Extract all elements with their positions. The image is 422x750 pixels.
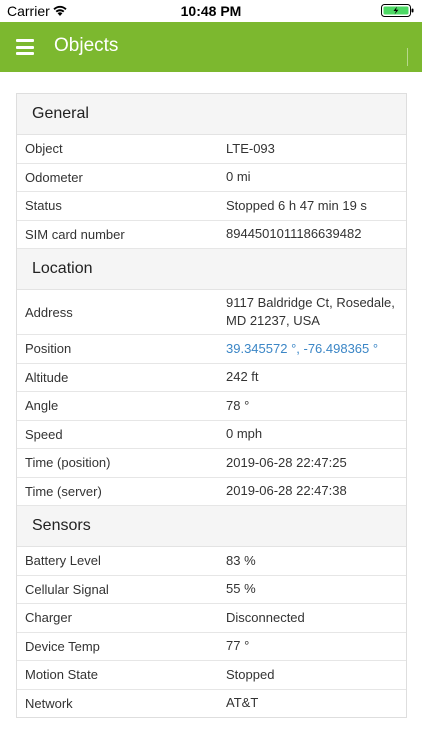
row-value: 78 °: [226, 397, 250, 413]
row-value: 83 %: [226, 552, 256, 568]
detail-row-battery-level: Battery Level 83 %: [17, 547, 406, 576]
app-bar-divider: [407, 48, 408, 66]
detail-row-sim-card: SIM card number 8944501011186639482: [17, 221, 406, 249]
detail-row-altitude: Altitude 242 ft: [17, 364, 406, 392]
detail-row-time-position: Time (position) 2019-06-28 22:47:25: [17, 449, 406, 478]
detail-row-device-temp: Device Temp 77 °: [17, 633, 406, 661]
row-value: 242 ft: [226, 369, 259, 385]
detail-row-speed: Speed 0 mph: [17, 421, 406, 449]
detail-row-network: Network AT&T: [17, 690, 406, 718]
row-value: 8944501011186639482: [226, 226, 362, 242]
row-label: Status: [25, 198, 62, 214]
row-label: Object: [25, 141, 63, 157]
row-label: Motion State: [25, 667, 98, 683]
row-value: 0 mi: [226, 169, 251, 185]
row-label: Angle: [25, 398, 59, 414]
detail-row-cellular-signal: Cellular Signal 55 %: [17, 576, 406, 604]
row-value: 2019-06-28 22:47:25: [226, 454, 347, 470]
row-value: Stopped: [226, 666, 275, 682]
object-details-card: General Object LTE-093 Odometer 0 mi Sta…: [16, 93, 407, 718]
row-label: Position: [25, 341, 72, 357]
position-link[interactable]: 39.345572 °, -76.498365 °: [226, 340, 406, 358]
detail-row-object: Object LTE-093: [17, 135, 406, 164]
detail-row-motion-state: Motion State Stopped: [17, 661, 406, 690]
row-label: SIM card number: [25, 226, 125, 242]
row-label: Battery Level: [25, 553, 101, 569]
section-header-sensors: Sensors: [17, 506, 406, 547]
detail-row-odometer: Odometer 0 mi: [17, 164, 406, 192]
row-label: Time (server): [25, 483, 102, 499]
row-label: Charger: [25, 610, 72, 626]
address-line-2: MD 21237, USA: [226, 313, 320, 328]
row-label: Time (position): [25, 455, 111, 471]
status-time: 10:48 PM: [180, 3, 242, 19]
status-bar: Carrier 10:48 PM: [0, 0, 422, 22]
row-value: LTE-093: [226, 140, 275, 156]
detail-row-address: Address 9117 Baldridge Ct, Rosedale, MD …: [17, 290, 406, 335]
section-header-location: Location: [17, 249, 406, 290]
page-title: Objects: [54, 35, 119, 56]
row-value: Disconnected: [226, 609, 305, 625]
row-label: Altitude: [25, 369, 69, 385]
app-bar: Objects: [0, 22, 422, 72]
detail-row-position: Position 39.345572 °, -76.498365 °: [17, 335, 406, 364]
battery-icon: [381, 4, 414, 17]
row-value: 9117 Baldridge Ct, Rosedale, MD 21237, U…: [226, 294, 406, 330]
detail-row-status: Status Stopped 6 h 47 min 19 s: [17, 192, 406, 221]
row-value: 0 mph: [226, 426, 263, 442]
row-value: 77 °: [226, 638, 250, 654]
section-header-general: General: [17, 94, 406, 135]
address-line-1: 9117 Baldridge Ct, Rosedale,: [226, 295, 395, 310]
row-label: Device Temp: [25, 638, 100, 654]
row-value: AT&T: [226, 695, 259, 711]
detail-row-charger: Charger Disconnected: [17, 604, 406, 633]
row-label: Network: [25, 695, 73, 711]
row-value: 55 %: [226, 581, 256, 597]
row-label: Speed: [25, 426, 63, 442]
row-label: Address: [25, 304, 73, 320]
hamburger-menu-icon[interactable]: [16, 39, 34, 55]
detail-row-angle: Angle 78 °: [17, 392, 406, 421]
row-value: 2019-06-28 22:47:38: [226, 483, 347, 499]
row-label: Cellular Signal: [25, 581, 109, 597]
row-label: Odometer: [25, 169, 83, 185]
detail-row-time-server: Time (server) 2019-06-28 22:47:38: [17, 478, 406, 506]
row-value: Stopped 6 h 47 min 19 s: [226, 197, 367, 213]
